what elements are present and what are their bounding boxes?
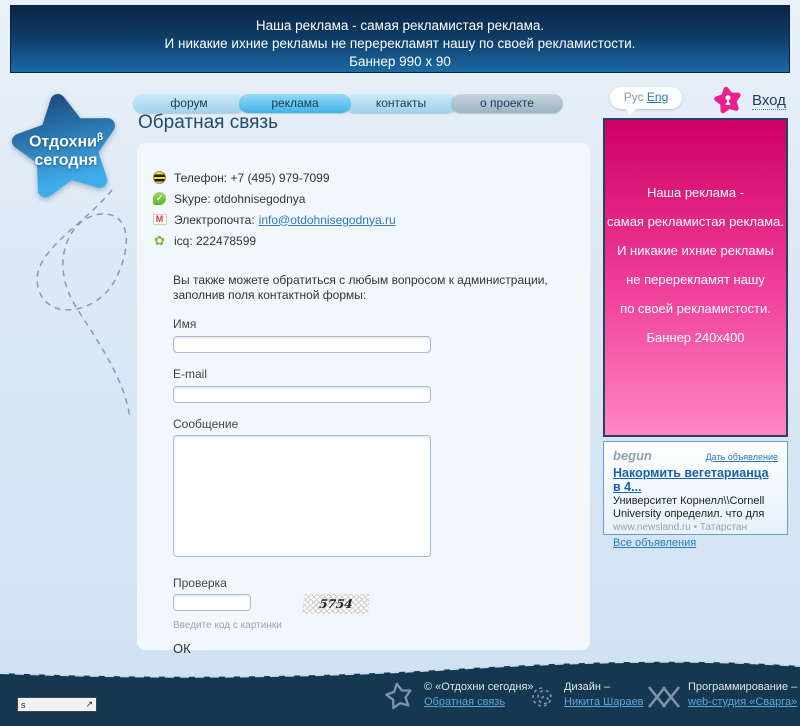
footer-design-block: Дизайн – Никита Шараев (564, 680, 644, 710)
counter-label: s (21, 700, 26, 710)
contacts-list: Телефон: +7 (495) 979-7099 ✓ Skype: otdo… (152, 167, 590, 251)
begun-ad-block: begun Дать объявление Накормить вегетари… (603, 441, 788, 535)
logo-beta-badge: β (97, 132, 103, 143)
login-star-icon[interactable] (712, 84, 744, 116)
name-label: Имя (173, 317, 590, 331)
footer-double-x-icon (646, 685, 682, 709)
side-ad-line: самая рекламистая реклама. (605, 207, 786, 236)
page: { "banner_top": { "line1": "Наша реклама… (0, 0, 800, 726)
email-input[interactable] (173, 386, 431, 403)
lang-eng-link[interactable]: Eng (647, 90, 668, 104)
side-ad-line: не перерекламят нашу (605, 265, 786, 294)
contact-email-label: Электропочта: (174, 213, 255, 227)
captcha-label: Проверка (173, 576, 590, 590)
side-ad-line: И никакие ихние рекламы (605, 236, 786, 265)
footer-design-link[interactable]: Никита Шараев (564, 696, 644, 708)
main-nav: форум реклама контакты о проекте (133, 94, 563, 113)
tab-reklama[interactable]: реклама (239, 94, 351, 113)
begun-ad-text: Университет Корнелл\\Cornell University … (613, 495, 778, 521)
contact-icq-row: ✿ icq: 222478599 (152, 230, 590, 251)
side-ad-line: Баннер 240x400 (605, 323, 786, 352)
side-ad-banner[interactable]: Наша реклама - самая рекламистая реклама… (603, 118, 788, 437)
dashed-loop-decoration (12, 182, 152, 422)
content-panel: Телефон: +7 (495) 979-7099 ✓ Skype: otdo… (137, 143, 590, 650)
begun-ad-title-link[interactable]: Накормить вегетарианца в 4... (613, 466, 778, 494)
email-label: E-mail (173, 367, 590, 381)
name-input[interactable] (173, 336, 431, 353)
tab-o-proekte[interactable]: о проекте (451, 94, 563, 113)
contact-icq-text: icq: 222478599 (174, 234, 256, 248)
begun-ad-source: www.newsland.ru • Татарстан (613, 522, 778, 533)
side-ad-line: по своей рекламистости. (605, 294, 786, 323)
contact-phone-row: Телефон: +7 (495) 979-7099 (152, 167, 590, 188)
login-link[interactable]: Вход (752, 92, 786, 110)
tab-kontakty[interactable]: контакты (345, 94, 457, 113)
footer-dev-block: Программирование – web-студия «Сварга» (688, 680, 797, 710)
footer-spiral-icon (527, 682, 557, 712)
mail-icon: M (152, 212, 167, 227)
message-textarea[interactable] (173, 435, 431, 557)
counter-arrow-icon: ↗ (85, 699, 93, 710)
contact-skype-text: Skype: otdohnisegodnya (174, 192, 305, 206)
form-intro-text: Вы также можете обратиться с любым вопро… (173, 273, 573, 303)
icq-icon: ✿ (152, 233, 167, 248)
skype-icon: ✓ (152, 191, 167, 206)
footer-dev-label: Программирование – (688, 680, 797, 695)
language-switcher: Рус Eng (610, 87, 682, 109)
captcha-image: 5754 (302, 594, 370, 614)
footer-design-label: Дизайн – (564, 680, 644, 695)
top-ad-line3: Баннер 990 x 90 (11, 53, 789, 71)
submit-button[interactable]: ОК (173, 641, 191, 656)
begun-logo: begun (613, 448, 652, 463)
footer-feedback-link[interactable]: Обратная связь (424, 696, 505, 708)
lang-current: Рус (624, 90, 644, 104)
site-logo[interactable]: Отдохниβ сегодня (2, 82, 130, 206)
beeline-icon (152, 170, 167, 185)
page-title: Обратная связь (138, 112, 278, 134)
top-ad-banner[interactable]: Наша реклама - самая рекламистая реклама… (10, 5, 790, 73)
footer-dev-link[interactable]: web-студия «Сварга» (688, 696, 797, 708)
contact-skype-row: ✓ Skype: otdohnisegodnya (152, 188, 590, 209)
tab-forum[interactable]: форум (133, 94, 245, 113)
side-ad-line: Наша реклама - (605, 178, 786, 207)
message-label: Сообщение (173, 417, 590, 431)
footer-copyright: © «Отдохни сегодня» (424, 680, 534, 695)
contact-phone-text: Телефон: +7 (495) 979-7099 (174, 171, 330, 185)
contact-email-link[interactable]: info@otdohnisegodnya.ru (259, 213, 396, 227)
contact-email-row: M Электропочта: info@otdohnisegodnya.ru (152, 209, 590, 230)
logo-text: Отдохниβ сегодня (2, 128, 130, 170)
captcha-hint: Введите код с картинки (173, 620, 590, 631)
feedback-form: Имя E-mail Сообщение Проверка 5754 Введи… (173, 317, 590, 658)
visit-counter-widget[interactable]: s ↗ (17, 697, 97, 712)
captcha-input[interactable] (173, 594, 251, 611)
footer-copyright-block: © «Отдохни сегодня» Обратная связь (424, 680, 534, 710)
top-ad-line2: И никакие ихние рекламы не перерекламят … (11, 35, 789, 53)
begun-add-link[interactable]: Дать объявление (706, 452, 778, 462)
footer-star-icon (380, 677, 418, 715)
top-ad-line1: Наша реклама - самая рекламистая реклама… (11, 17, 789, 35)
begun-all-link[interactable]: Все объявления (613, 537, 696, 549)
